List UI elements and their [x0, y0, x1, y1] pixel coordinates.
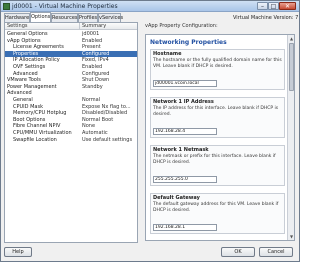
- tab-resources[interactable]: Resources: [51, 13, 78, 22]
- settings-row-summary: Shut Down: [82, 77, 110, 84]
- settings-row[interactable]: CPUID Mask Expose Nx flag to...: [5, 104, 137, 111]
- property-value-input[interactable]: [153, 128, 217, 135]
- property-panel: vApp Property Configuration: Networking …: [142, 22, 296, 243]
- settings-row-summary: Enabled: [82, 37, 103, 44]
- property-description: The default gateway address for this VM.…: [153, 202, 279, 213]
- property-value-input[interactable]: [153, 224, 217, 231]
- ok-button[interactable]: OK: [221, 247, 255, 257]
- settings-row-summary: Use default settings: [82, 136, 133, 143]
- maximize-button[interactable]: □: [268, 2, 279, 10]
- scroll-down-arrow-icon[interactable]: ▼: [288, 233, 295, 240]
- settings-row[interactable]: VMware Tools Shut Down: [5, 77, 137, 84]
- button-bar: Help OK Cancel: [1, 245, 299, 261]
- property-description: The netmask or prefix for this interface…: [153, 154, 276, 165]
- settings-row-label: Boot Options: [13, 116, 46, 123]
- settings-row-summary: Normal: [82, 96, 101, 103]
- settings-row-label: vApp Options: [7, 37, 41, 44]
- property-title: Network 1 IP Address: [153, 99, 214, 105]
- property-title: Network 1 Netmask: [153, 147, 209, 153]
- settings-rows: General Options jd0001 vApp Options Enabled…: [5, 31, 137, 143]
- tab-profiles[interactable]: Profiles: [78, 13, 98, 22]
- window-title: jd0001 - Virtual Machine Properties: [12, 3, 118, 10]
- vm-icon: [3, 3, 10, 10]
- settings-row[interactable]: CPU/MMU Virtualization Automatic: [5, 130, 137, 137]
- settings-row-summary: Normal Boot: [82, 116, 114, 123]
- vm-version-label: Virtual Machine Version: 7: [233, 15, 299, 21]
- settings-row-label: OVF Settings: [13, 63, 46, 70]
- settings-row[interactable]: Power Management Standby: [5, 84, 137, 91]
- settings-row-summary: Expose Nx flag to...: [82, 103, 131, 110]
- help-button[interactable]: Help: [4, 247, 32, 257]
- settings-row-summary: Present: [82, 44, 101, 51]
- vm-properties-window: jd0001 - Virtual Machine Properties – □ …: [0, 0, 300, 262]
- property-title: Default Gateway: [153, 195, 200, 201]
- cancel-button[interactable]: Cancel: [259, 247, 293, 257]
- section-title: Networking Properties: [150, 39, 227, 46]
- properties-content: Networking Properties Hostname The hostna…: [146, 35, 287, 240]
- settings-row-summary: None: [82, 123, 96, 130]
- property-description: The hostname or the fully qualified doma…: [153, 58, 282, 69]
- settings-row[interactable]: OVF Settings Enabled: [5, 64, 137, 71]
- settings-row[interactable]: Advanced Configured: [5, 71, 137, 78]
- settings-row[interactable]: Boot Options Normal Boot: [5, 117, 137, 124]
- close-button[interactable]: ✕: [279, 2, 296, 10]
- settings-row-label: CPU/MMU Virtualization: [13, 129, 72, 136]
- settings-row-summary: Standby: [82, 83, 103, 90]
- title-bar[interactable]: jd0001 - Virtual Machine Properties – □ …: [1, 1, 299, 12]
- properties-scrollbar[interactable]: ▲ ▼: [287, 35, 294, 240]
- property-group: Network 1 IP Address The IP address for t…: [150, 97, 285, 138]
- property-group: Network 1 Netmask The netmask or prefix f…: [150, 145, 285, 186]
- settings-row-summary: Configured: [82, 50, 110, 57]
- property-group: Hostname The hostname or the fully qualif…: [150, 49, 285, 90]
- scroll-up-arrow-icon[interactable]: ▲: [288, 35, 295, 42]
- settings-row[interactable]: Fibre Channel NPIV None: [5, 123, 137, 130]
- settings-row-label: Advanced: [13, 70, 38, 77]
- settings-row-label: Properties: [13, 50, 39, 57]
- settings-row[interactable]: Properties Configured: [5, 50, 137, 58]
- panel-caption: vApp Property Configuration:: [145, 23, 218, 29]
- settings-row-summary: Disabled/Disabled: [82, 110, 128, 117]
- settings-row-summary: jd0001: [82, 31, 100, 37]
- settings-row-summary: Fixed, IPv4: [82, 57, 109, 64]
- settings-row-label: License Agreements: [13, 44, 64, 51]
- minimize-button[interactable]: –: [257, 2, 268, 10]
- settings-row[interactable]: General Normal: [5, 97, 137, 104]
- settings-row-label: General Options: [7, 31, 48, 37]
- settings-row-label: IP Allocation Policy: [13, 57, 60, 64]
- settings-row[interactable]: vApp Options Enabled: [5, 38, 137, 45]
- settings-row-label: CPUID Mask: [13, 103, 43, 110]
- property-title: Hostname: [153, 51, 182, 57]
- settings-row-summary: Configured: [82, 70, 110, 77]
- properties-box: Networking Properties Hostname The hostna…: [145, 34, 295, 241]
- settings-list: Settings Summary General Options jd0001 vA…: [4, 22, 138, 243]
- settings-row[interactable]: IP Allocation Policy Fixed, IPv4: [5, 57, 137, 64]
- settings-row-label: General: [13, 96, 33, 103]
- settings-row-label: Power Management: [7, 83, 57, 90]
- settings-row-label: Fibre Channel NPIV: [13, 123, 61, 130]
- settings-row-label: Memory/CPU Hotplug: [13, 110, 67, 117]
- settings-row-label: Swapfile Location: [13, 136, 57, 143]
- property-description: The IP address for this interface. Leave…: [153, 106, 279, 117]
- settings-row[interactable]: Swapfile Location Use default settings: [5, 137, 137, 144]
- property-value-input[interactable]: [153, 80, 217, 87]
- settings-row-label: Advanced: [7, 90, 32, 97]
- property-value-input[interactable]: [153, 176, 217, 183]
- tab-hardware[interactable]: Hardware: [4, 13, 30, 22]
- settings-column-header[interactable]: Settings: [5, 23, 80, 30]
- settings-row[interactable]: Memory/CPU Hotplug Disabled/Disabled: [5, 110, 137, 117]
- settings-row-summary: Automatic: [82, 129, 108, 136]
- tab-vservices[interactable]: vServices: [98, 13, 123, 22]
- settings-row-summary: Enabled: [82, 63, 103, 70]
- tab-options[interactable]: Options: [30, 12, 51, 22]
- settings-row[interactable]: License Agreements Present: [5, 44, 137, 51]
- scroll-thumb[interactable]: [289, 43, 294, 91]
- settings-row-label: VMware Tools: [7, 77, 41, 84]
- settings-row[interactable]: Advanced: [5, 90, 137, 97]
- settings-row[interactable]: General Options jd0001: [5, 31, 137, 38]
- summary-column-header[interactable]: Summary: [80, 23, 137, 30]
- property-group: Default Gateway The default gateway addre…: [150, 193, 285, 234]
